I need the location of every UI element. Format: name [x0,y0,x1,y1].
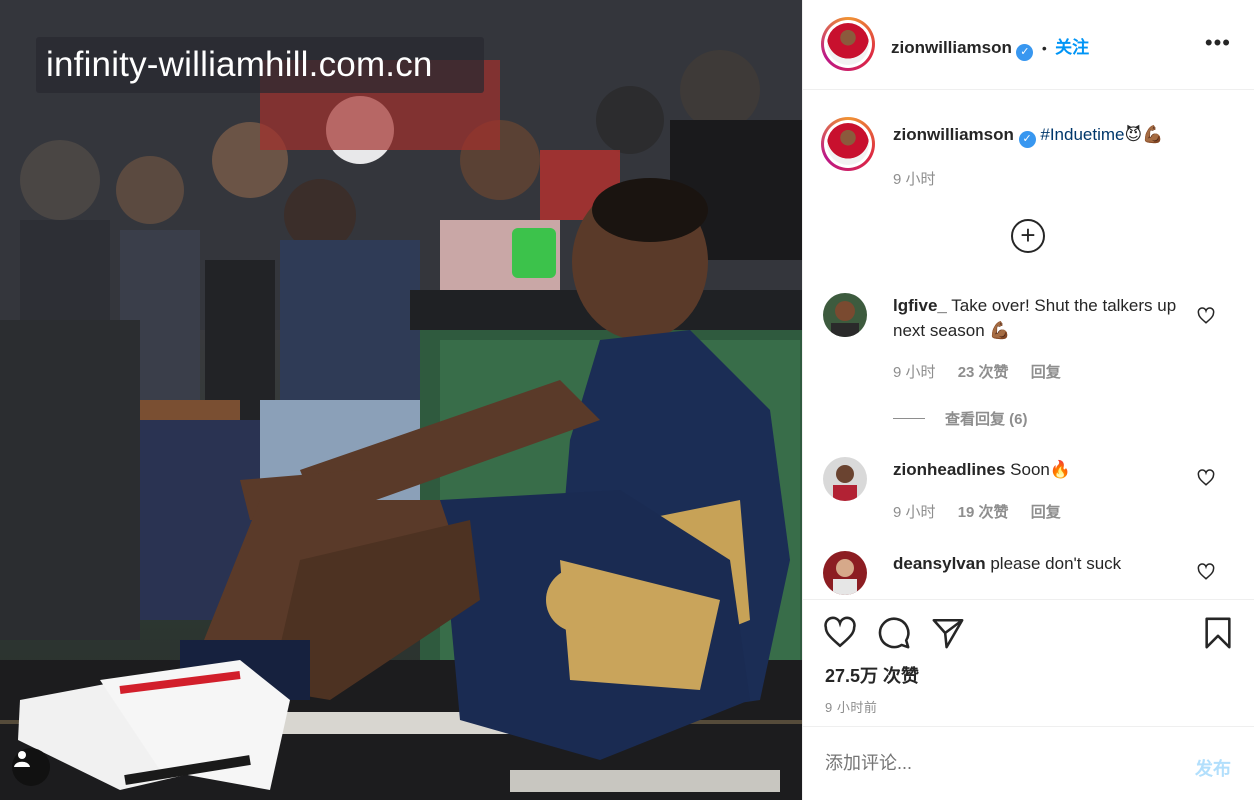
user-tag-icon[interactable] [12,748,50,786]
commenter-username[interactable]: deansylvan [893,554,986,573]
reply-button[interactable]: 回复 [1031,504,1061,521]
author-avatar[interactable] [821,17,875,71]
caption-emojis: 😈💪🏾 [1124,125,1164,144]
share-icon[interactable] [931,616,965,650]
comment-input[interactable] [825,753,1145,774]
comment-time: 9 小时 [893,504,936,521]
comment-icon[interactable] [877,616,911,650]
comment-likes[interactable]: 23 次赞 [958,364,1009,381]
caption-avatar[interactable] [821,117,875,171]
comment-text: Soon [1010,460,1050,479]
comments-section[interactable]: zionwilliamson ✓ #Induetime😈💪🏾 9 小时 + lg… [803,91,1254,599]
add-comment-bar: 发布 [803,726,1254,800]
follow-button[interactable]: 关注 [1055,38,1089,57]
heart-icon[interactable] [823,616,857,650]
comment-body: deansylvan please don't suck [893,551,1183,576]
comment-body: lgfive_ Take over! Shut the talkers up n… [893,293,1183,343]
comment-body: zionheadlines Soon🔥 [893,457,1183,482]
post-comment-button[interactable]: 发布 [1195,755,1231,781]
watermark-text: infinity-williamhill.com.cn [36,37,484,93]
photo-illustration [0,0,802,800]
more-options-icon[interactable]: ••• [1205,32,1231,54]
caption-time: 9 小时 [893,171,936,188]
caption-username[interactable]: zionwilliamson [893,125,1014,144]
verified-badge-icon: ✓ [1016,44,1034,61]
heart-icon[interactable] [1197,563,1215,581]
author-username[interactable]: zionwilliamson [891,38,1012,57]
posted-time: 9 小时前 [825,700,878,715]
comment-time: 9 小时 [893,364,936,381]
heart-icon[interactable] [1197,307,1215,325]
comment-meta: 9 小时 23 次赞 回复 [893,361,1079,382]
comment-emoji: 💪🏾 [989,321,1011,340]
instagram-post-view: infinity-williamhill.com.cn zionwilliams… [0,0,1254,800]
commenter-username[interactable]: lgfive_ [893,296,947,315]
view-replies-label: 查看回复 (6) [945,411,1028,428]
divider-line [893,418,925,419]
reply-button[interactable]: 回复 [1031,364,1061,381]
post-header: zionwilliamson ✓ • 关注 ••• [803,0,1254,90]
separator-dot: • [1041,40,1047,56]
likes-count[interactable]: 27.5万 次赞 [825,662,919,688]
verified-badge-icon: ✓ [1018,131,1036,148]
commenter-avatar[interactable] [823,457,867,501]
view-replies-button[interactable]: 查看回复 (6) [893,408,1028,429]
bookmark-icon[interactable] [1201,616,1235,650]
post-side-panel: zionwilliamson ✓ • 关注 ••• zionwilliamson… [802,0,1254,800]
comment-text: please don't suck [990,554,1122,573]
comment-meta: 9 小时 19 次赞 回复 [893,501,1079,522]
comment-likes[interactable]: 19 次赞 [958,504,1009,521]
commenter-username[interactable]: zionheadlines [893,460,1005,479]
caption-text: zionwilliamson ✓ #Induetime😈💪🏾 [893,125,1163,148]
load-more-comments-icon[interactable]: + [1011,219,1045,253]
heart-icon[interactable] [1197,469,1215,487]
commenter-avatar[interactable] [823,293,867,337]
post-actions: 27.5万 次赞 9 小时前 [803,599,1254,725]
post-photo[interactable]: infinity-williamhill.com.cn [0,0,802,800]
commenter-avatar[interactable] [823,551,867,595]
comment-emoji: 🔥 [1049,460,1072,479]
caption-hashtag[interactable]: #Induetime [1040,125,1124,144]
